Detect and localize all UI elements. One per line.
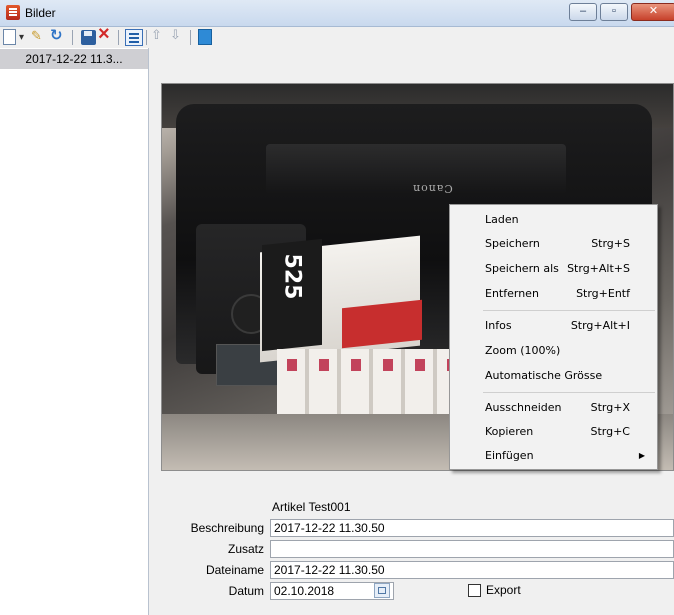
- toolbar-separator: [190, 30, 191, 45]
- maximize-button[interactable]: ▫: [600, 3, 628, 21]
- open-icon[interactable]: ✎: [31, 28, 49, 46]
- export-label: Export: [486, 583, 521, 597]
- printer-brand: Canon: [412, 182, 453, 195]
- dateiname-label: Dateiname: [205, 563, 264, 577]
- toolbar-separator: [118, 30, 119, 45]
- image-list[interactable]: 2017-12-22 11.3...: [0, 48, 149, 615]
- beschreibung-field[interactable]: 2017-12-22 11.30.50: [270, 519, 674, 537]
- toolbar-separator: [72, 30, 73, 45]
- new-icon[interactable]: [3, 29, 16, 45]
- refresh-icon[interactable]: ↻: [50, 26, 68, 44]
- save-icon[interactable]: [81, 30, 96, 45]
- zusatz-field[interactable]: [270, 540, 674, 558]
- zusatz-label: Zusatz: [227, 542, 264, 556]
- ink-box-label: 525: [279, 253, 305, 300]
- menu-item-speichern-als[interactable]: Speichern als Strg+Alt+S: [450, 258, 657, 280]
- properties-icon[interactable]: [198, 29, 212, 45]
- menu-item-automatische-groesse[interactable]: Automatische Grösse: [450, 365, 657, 387]
- menu-separator: [483, 392, 655, 393]
- datum-label: Datum: [228, 584, 264, 598]
- export-checkbox[interactable]: [468, 584, 481, 597]
- beschreibung-label: Beschreibung: [190, 521, 264, 535]
- minimize-button[interactable]: –: [569, 3, 597, 21]
- toolbar-separator: [146, 30, 147, 45]
- move-down-icon[interactable]: ⇩: [170, 27, 188, 45]
- submenu-arrow-icon: ▶: [638, 451, 645, 460]
- list-view-icon[interactable]: [125, 29, 143, 46]
- dateiname-field[interactable]: 2017-12-22 11.30.50: [270, 561, 674, 579]
- menu-item-einfuegen[interactable]: Einfügen ▶: [450, 445, 657, 467]
- menu-item-entfernen[interactable]: Entfernen Strg+Entf: [450, 283, 657, 305]
- window-title: Bilder: [25, 6, 56, 20]
- app-icon: [6, 5, 20, 20]
- list-item[interactable]: 2017-12-22 11.3...: [0, 49, 148, 69]
- toolbar: ▾ ✎ ↻ × ⇧ ⇩: [0, 23, 674, 48]
- menu-separator: [483, 310, 655, 311]
- delete-icon[interactable]: ×: [98, 23, 116, 45]
- calendar-icon[interactable]: [374, 583, 390, 598]
- menu-item-speichern[interactable]: Speichern Strg+S: [450, 233, 657, 255]
- menu-item-zoom[interactable]: Zoom (100%): [450, 340, 657, 362]
- move-up-icon[interactable]: ⇧: [151, 27, 169, 45]
- menu-item-infos[interactable]: Infos Strg+Alt+I: [450, 315, 657, 337]
- menu-item-kopieren[interactable]: Kopieren Strg+C: [450, 421, 657, 443]
- article-title: Artikel Test001: [272, 500, 351, 514]
- menu-item-laden[interactable]: Laden: [450, 209, 657, 231]
- close-button[interactable]: ✕: [631, 3, 674, 21]
- ink-box-red: [342, 299, 422, 349]
- menu-item-ausschneiden[interactable]: Ausschneiden Strg+X: [450, 397, 657, 419]
- context-menu[interactable]: Laden Speichern Strg+S Speichern als Str…: [449, 204, 658, 470]
